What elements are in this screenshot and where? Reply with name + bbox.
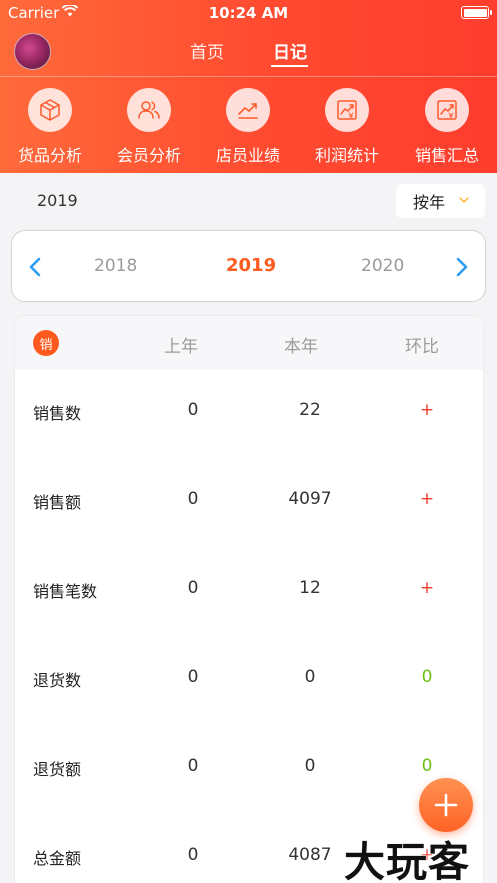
quick-action-label: 销售汇总 (414, 146, 479, 165)
last-year-value: 0 (187, 400, 199, 420)
table-row: 销售数 0 22 + (15, 370, 483, 459)
column-header-ratio: 环比 (405, 337, 439, 357)
table-row: 退货额 0 0 0 (15, 726, 483, 815)
quick-action-sales-summary[interactable]: 销售汇总 (402, 88, 492, 166)
row-label: 总金额 (33, 849, 82, 868)
box-icon (28, 88, 72, 132)
header: Carrier 10:24 AM 首页 日记 货品分析 会员分析 店员业绩 利润… (0, 0, 497, 173)
chevron-right-icon[interactable] (455, 257, 469, 277)
ratio-value: + (419, 578, 435, 598)
selected-year-label: 2019 (37, 191, 78, 210)
row-label: 销售笔数 (33, 582, 98, 601)
this-year-value: 4087 (288, 845, 332, 865)
period-mode-select[interactable]: 按年 (396, 184, 485, 218)
active-tab-indicator (271, 65, 308, 67)
row-label: 退货数 (33, 671, 82, 690)
quick-action-label: 利润统计 (314, 146, 379, 165)
last-year-value: 0 (187, 756, 199, 776)
table-row: 退货数 0 0 0 (15, 637, 483, 726)
avatar[interactable] (14, 33, 51, 70)
this-year-value: 0 (304, 667, 316, 687)
last-year-value: 0 (187, 845, 199, 865)
quick-action-goods-analysis[interactable]: 货品分析 (5, 88, 95, 166)
quick-action-label: 店员业绩 (215, 146, 280, 165)
quick-action-staff-performance[interactable]: 店员业绩 (203, 88, 293, 166)
sales-chart-icon (425, 88, 469, 132)
row-label: 销售数 (33, 404, 82, 423)
sales-badge: 销 (33, 330, 59, 356)
quick-action-profit-stats[interactable]: 利润统计 (302, 88, 392, 166)
table-row: 销售额 0 4097 + (15, 459, 483, 548)
year-option-prev[interactable]: 2018 (94, 256, 137, 276)
year-option-next[interactable]: 2020 (361, 256, 404, 276)
ratio-value: 0 (421, 756, 433, 776)
trend-icon (226, 88, 270, 132)
ratio-value: + (419, 400, 435, 420)
ratio-value: 0 (421, 667, 433, 687)
this-year-value: 12 (299, 578, 321, 598)
quick-action-label: 会员分析 (116, 146, 181, 165)
column-header-last-year: 上年 (164, 337, 198, 357)
this-year-value: 0 (304, 756, 316, 776)
chevron-down-icon (459, 197, 469, 203)
this-year-value: 22 (299, 400, 321, 420)
row-label: 退货额 (33, 760, 82, 779)
plus-icon (434, 793, 458, 817)
table-row: 销售笔数 0 12 + (15, 548, 483, 637)
ratio-value: + (419, 489, 435, 509)
period-mode-value: 按年 (413, 193, 446, 212)
status-bar: Carrier 10:24 AM (0, 0, 497, 26)
chevron-left-icon[interactable] (28, 257, 42, 277)
battery-icon (461, 6, 492, 19)
tab-diary[interactable]: 日记 (273, 38, 307, 63)
header-divider (0, 76, 497, 77)
tab-home[interactable]: 首页 (190, 38, 224, 63)
quick-action-label: 货品分析 (17, 146, 82, 165)
last-year-value: 0 (187, 578, 199, 598)
year-option-current[interactable]: 2019 (226, 255, 276, 276)
column-header-this-year: 本年 (284, 337, 318, 357)
this-year-value: 4097 (288, 489, 332, 509)
last-year-value: 0 (187, 489, 199, 509)
status-time: 10:24 AM (208, 4, 289, 22)
sales-stats-card: 销 上年 本年 环比 销售数 0 22 + 销售额 0 4097 + 销售笔数 … (14, 315, 484, 883)
row-label: 销售额 (33, 493, 82, 512)
add-button[interactable] (419, 778, 473, 832)
users-icon (127, 88, 171, 132)
quick-action-member-analysis[interactable]: 会员分析 (104, 88, 194, 166)
watermark-logo: 大玩客 (344, 838, 470, 883)
profit-chart-icon (325, 88, 369, 132)
year-picker: 2018 2019 2020 (11, 230, 486, 302)
table-header: 销 上年 本年 环比 (15, 316, 483, 370)
last-year-value: 0 (187, 667, 199, 687)
